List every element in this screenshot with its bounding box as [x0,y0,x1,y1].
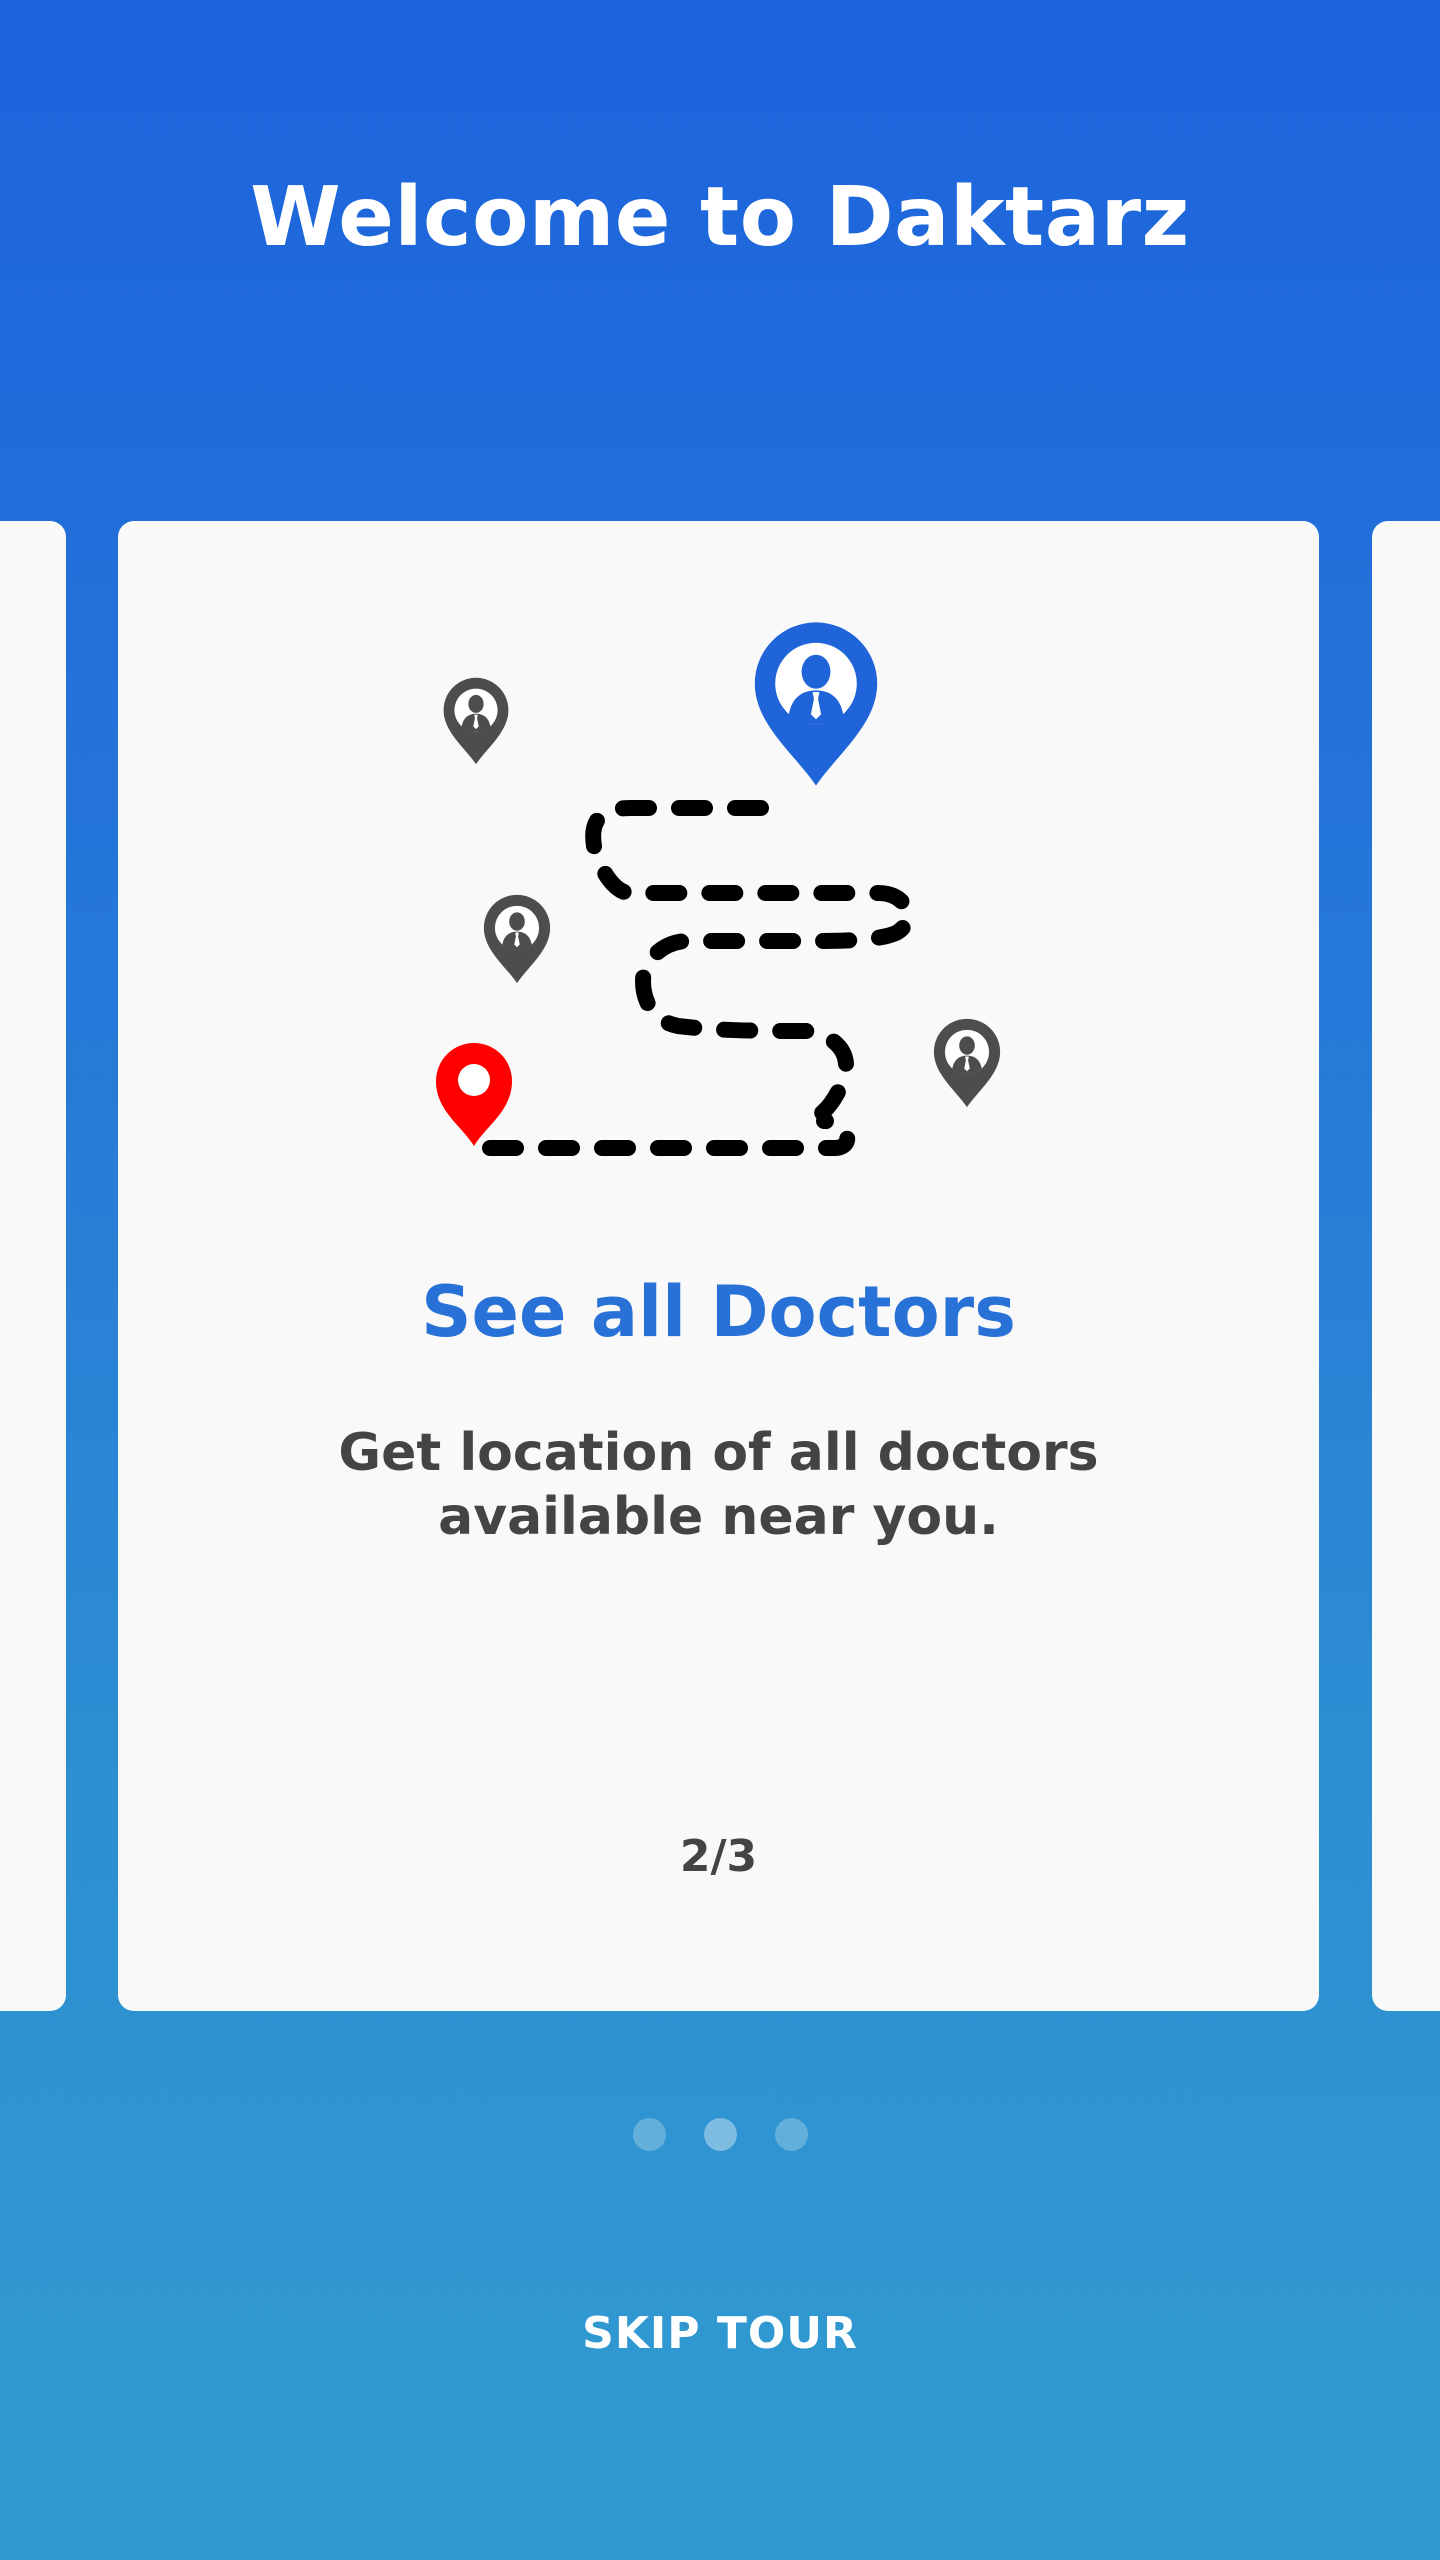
doctor-location-pin-icon [933,1018,1001,1108]
pagination-dots [0,2118,1440,2151]
slide-description: Get location of all doctors available ne… [338,1423,1099,1547]
route-path [482,800,916,1156]
user-location-pin-icon [436,1043,512,1146]
pagination-dot-2[interactable] [703,2118,737,2151]
next-slide-card[interactable] [1372,521,1440,2011]
doctor-location-pin-icon [483,894,551,984]
skip-tour-button[interactable]: SKIP TOUR [520,2308,920,2359]
pagination-dot-1[interactable] [632,2118,666,2151]
doctor-map-illustration [436,622,1001,1156]
page-title: Welcome to Daktarz [250,170,1190,265]
onboarding-slide-card[interactable]: See all Doctors Get location of all doct… [118,521,1319,2011]
previous-slide-card[interactable] [0,521,66,2011]
doctor-location-pin-icon [754,622,878,786]
doctor-location-pin-icon [443,677,509,765]
slide-title: See all Doctors [421,1271,1016,1353]
pagination-dot-3[interactable] [774,2118,808,2151]
slide-page-indicator: 2/3 [679,1831,758,1882]
